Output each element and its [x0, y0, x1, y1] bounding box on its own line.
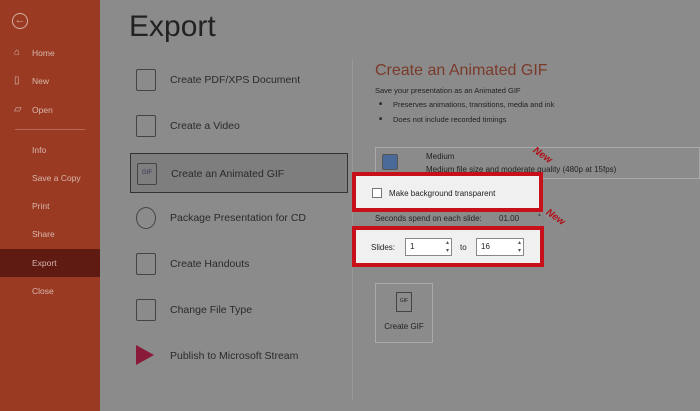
gif-icon: GIF: [137, 163, 157, 185]
pdf-icon: [136, 69, 156, 91]
page-title: Export: [129, 10, 216, 43]
sidebar-item-label: Open: [32, 105, 53, 115]
slides-to-value: 16: [481, 242, 490, 251]
option-label: Create an Animated GIF: [171, 168, 285, 180]
sidebar-item-close[interactable]: Close: [0, 277, 100, 305]
quality-icon: [382, 154, 398, 170]
option-label: Create PDF/XPS Document: [170, 74, 301, 86]
slides-from-value: 1: [410, 242, 415, 251]
option-label: Change File Type: [170, 304, 253, 316]
bullet: Preserves animations, transitions, media…: [379, 100, 554, 109]
seconds-label: Seconds spend on each slide:: [375, 214, 482, 223]
stream-icon: [136, 345, 154, 365]
option-label: Create Handouts: [170, 258, 250, 270]
option-create-gif[interactable]: GIF Create an Animated GIF: [130, 153, 348, 193]
back-arrow-icon[interactable]: ←: [12, 13, 28, 29]
sidebar-item-export[interactable]: Export: [0, 249, 100, 277]
sidebar-item-label: Home: [32, 48, 55, 58]
gif-file-icon: GIF: [396, 292, 412, 312]
transparent-highlight: Make background transparent: [352, 172, 543, 212]
transparent-label: Make background transparent: [389, 189, 496, 198]
bullet: Does not include recorded timings: [379, 115, 506, 124]
new-annotation: New: [543, 207, 567, 228]
sidebar-item-info[interactable]: Info: [0, 136, 100, 164]
option-label: Publish to Microsoft Stream: [170, 350, 299, 362]
slides-from-input[interactable]: 1 ▴ ▾: [405, 238, 452, 256]
open-icon: ▱: [14, 104, 22, 115]
option-change-file-type[interactable]: Change File Type: [130, 290, 348, 330]
sidebar-divider: [15, 129, 85, 130]
spinner-arrows-icon: ▴: [537, 212, 541, 218]
seconds-value: 01.00: [499, 214, 520, 223]
option-label: Package Presentation for CD: [170, 212, 306, 224]
save-file-icon: [136, 299, 156, 321]
to-label: to: [460, 243, 467, 252]
sidebar-item-save-copy[interactable]: Save a Copy: [0, 164, 100, 192]
sidebar-item-new[interactable]: ▯ New: [0, 67, 100, 95]
sidebar-item-label: New: [32, 76, 50, 86]
option-create-video[interactable]: Create a Video: [130, 106, 348, 146]
sidebar-item-open[interactable]: ▱ Open: [0, 96, 100, 124]
option-publish-stream[interactable]: Publish to Microsoft Stream: [130, 336, 348, 376]
sidebar-item-print[interactable]: Print: [0, 192, 100, 220]
spinner-arrows-icon: ▴ ▾: [517, 240, 521, 254]
cd-icon: [136, 207, 156, 229]
video-icon: [136, 115, 156, 137]
option-package-cd[interactable]: Package Presentation for CD: [130, 198, 348, 238]
backstage-sidebar: ← ⌂ Home ▯ New ▱ Open Info Save a Copy Prin…: [0, 0, 100, 411]
option-create-pdf[interactable]: Create PDF/XPS Document: [130, 60, 348, 100]
spinner-arrows-icon: ▴ ▾: [445, 240, 449, 254]
panel-title: Create an Animated GIF: [375, 62, 548, 79]
create-gif-button[interactable]: GIF Create GIF: [375, 283, 433, 343]
quality-name: Medium: [426, 152, 455, 161]
new-icon: ▯: [14, 75, 20, 86]
transparent-checkbox[interactable]: [372, 188, 382, 198]
sidebar-item-share[interactable]: Share: [0, 220, 100, 248]
option-create-handouts[interactable]: Create Handouts: [130, 244, 348, 284]
slides-to-input[interactable]: 16 ▴ ▾: [476, 238, 524, 256]
sidebar-item-home[interactable]: ⌂ Home: [0, 39, 100, 67]
panel-subtitle: Save your presentation as an Animated GI…: [375, 86, 521, 95]
option-label: Create a Video: [170, 120, 240, 132]
home-icon: ⌂: [14, 47, 21, 58]
slides-label: Slides:: [371, 243, 396, 252]
handouts-icon: [136, 253, 156, 275]
slides-highlight: Slides: 1 ▴ ▾ to 16 ▴ ▾: [352, 226, 544, 267]
create-gif-label: Create GIF: [384, 322, 424, 331]
